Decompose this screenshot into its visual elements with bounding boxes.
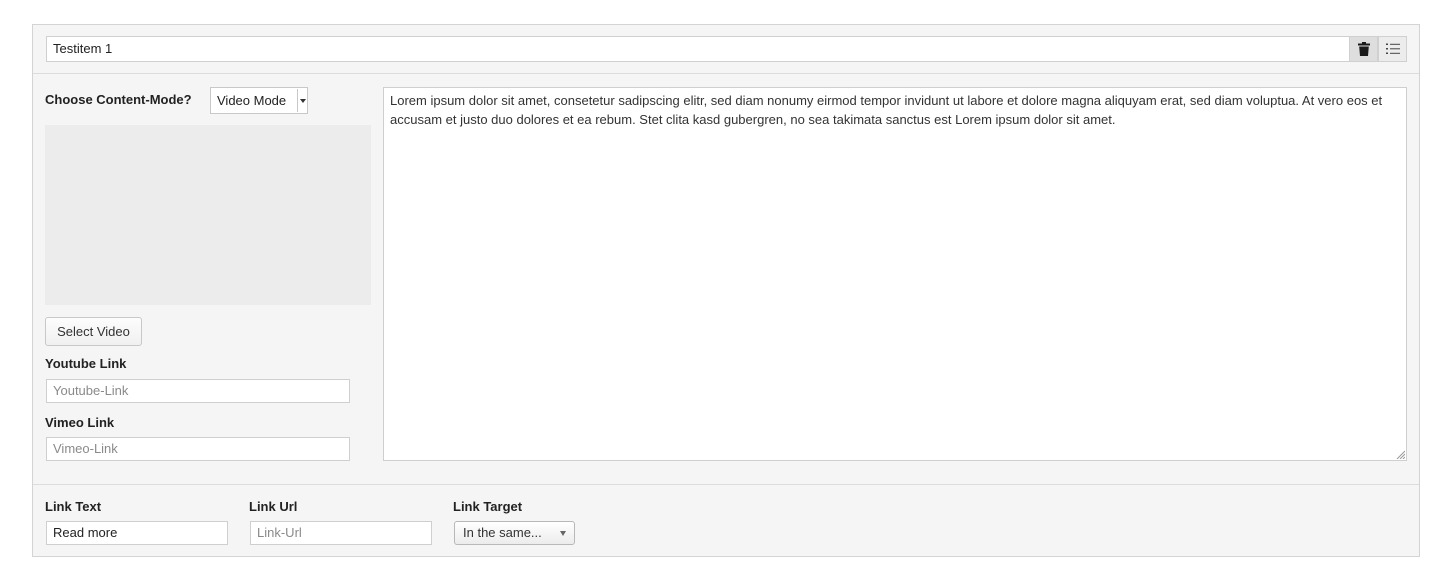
item-header: Testitem 1	[33, 25, 1419, 74]
link-target-select[interactable]: In the same...	[454, 521, 575, 545]
vimeo-link-input[interactable]: Vimeo-Link	[46, 437, 350, 461]
item-title-input[interactable]: Testitem 1	[46, 36, 1349, 62]
content-mode-label: Choose Content-Mode?	[45, 92, 192, 107]
link-target-value: In the same...	[463, 525, 542, 540]
select-video-button[interactable]: Select Video	[45, 317, 142, 346]
link-text-input[interactable]: Read more	[46, 521, 228, 545]
content-mode-select[interactable]: Video Mode	[210, 87, 308, 114]
vimeo-link-label: Vimeo Link	[45, 415, 115, 430]
link-url-label: Link Url	[249, 499, 298, 514]
reorder-button[interactable]	[1378, 36, 1407, 62]
link-text-label: Link Text	[45, 499, 102, 514]
caret-down-icon	[560, 531, 566, 536]
video-preview	[45, 125, 371, 305]
link-target-label: Link Target	[453, 499, 523, 514]
resize-grip-icon[interactable]	[1395, 449, 1405, 459]
link-footer: Link Text Read more Link Url Link-Url Li…	[33, 484, 1419, 557]
content-textarea[interactable]: Lorem ipsum dolor sit amet, consetetur s…	[383, 87, 1407, 461]
link-url-input[interactable]: Link-Url	[250, 521, 432, 545]
content-mode-value: Video Mode	[217, 93, 287, 108]
dropdown-arrow-icon	[297, 89, 307, 112]
trash-icon	[1357, 42, 1370, 56]
delete-button[interactable]	[1349, 36, 1378, 62]
youtube-link-label: Youtube Link	[45, 356, 127, 371]
content-text: Lorem ipsum dolor sit amet, consetetur s…	[390, 93, 1383, 127]
youtube-link-input[interactable]: Youtube-Link	[46, 379, 350, 403]
ordered-list-icon	[1385, 43, 1400, 54]
item-panel: Testitem 1 Choose Content-Mode? Video Mo…	[32, 24, 1420, 557]
